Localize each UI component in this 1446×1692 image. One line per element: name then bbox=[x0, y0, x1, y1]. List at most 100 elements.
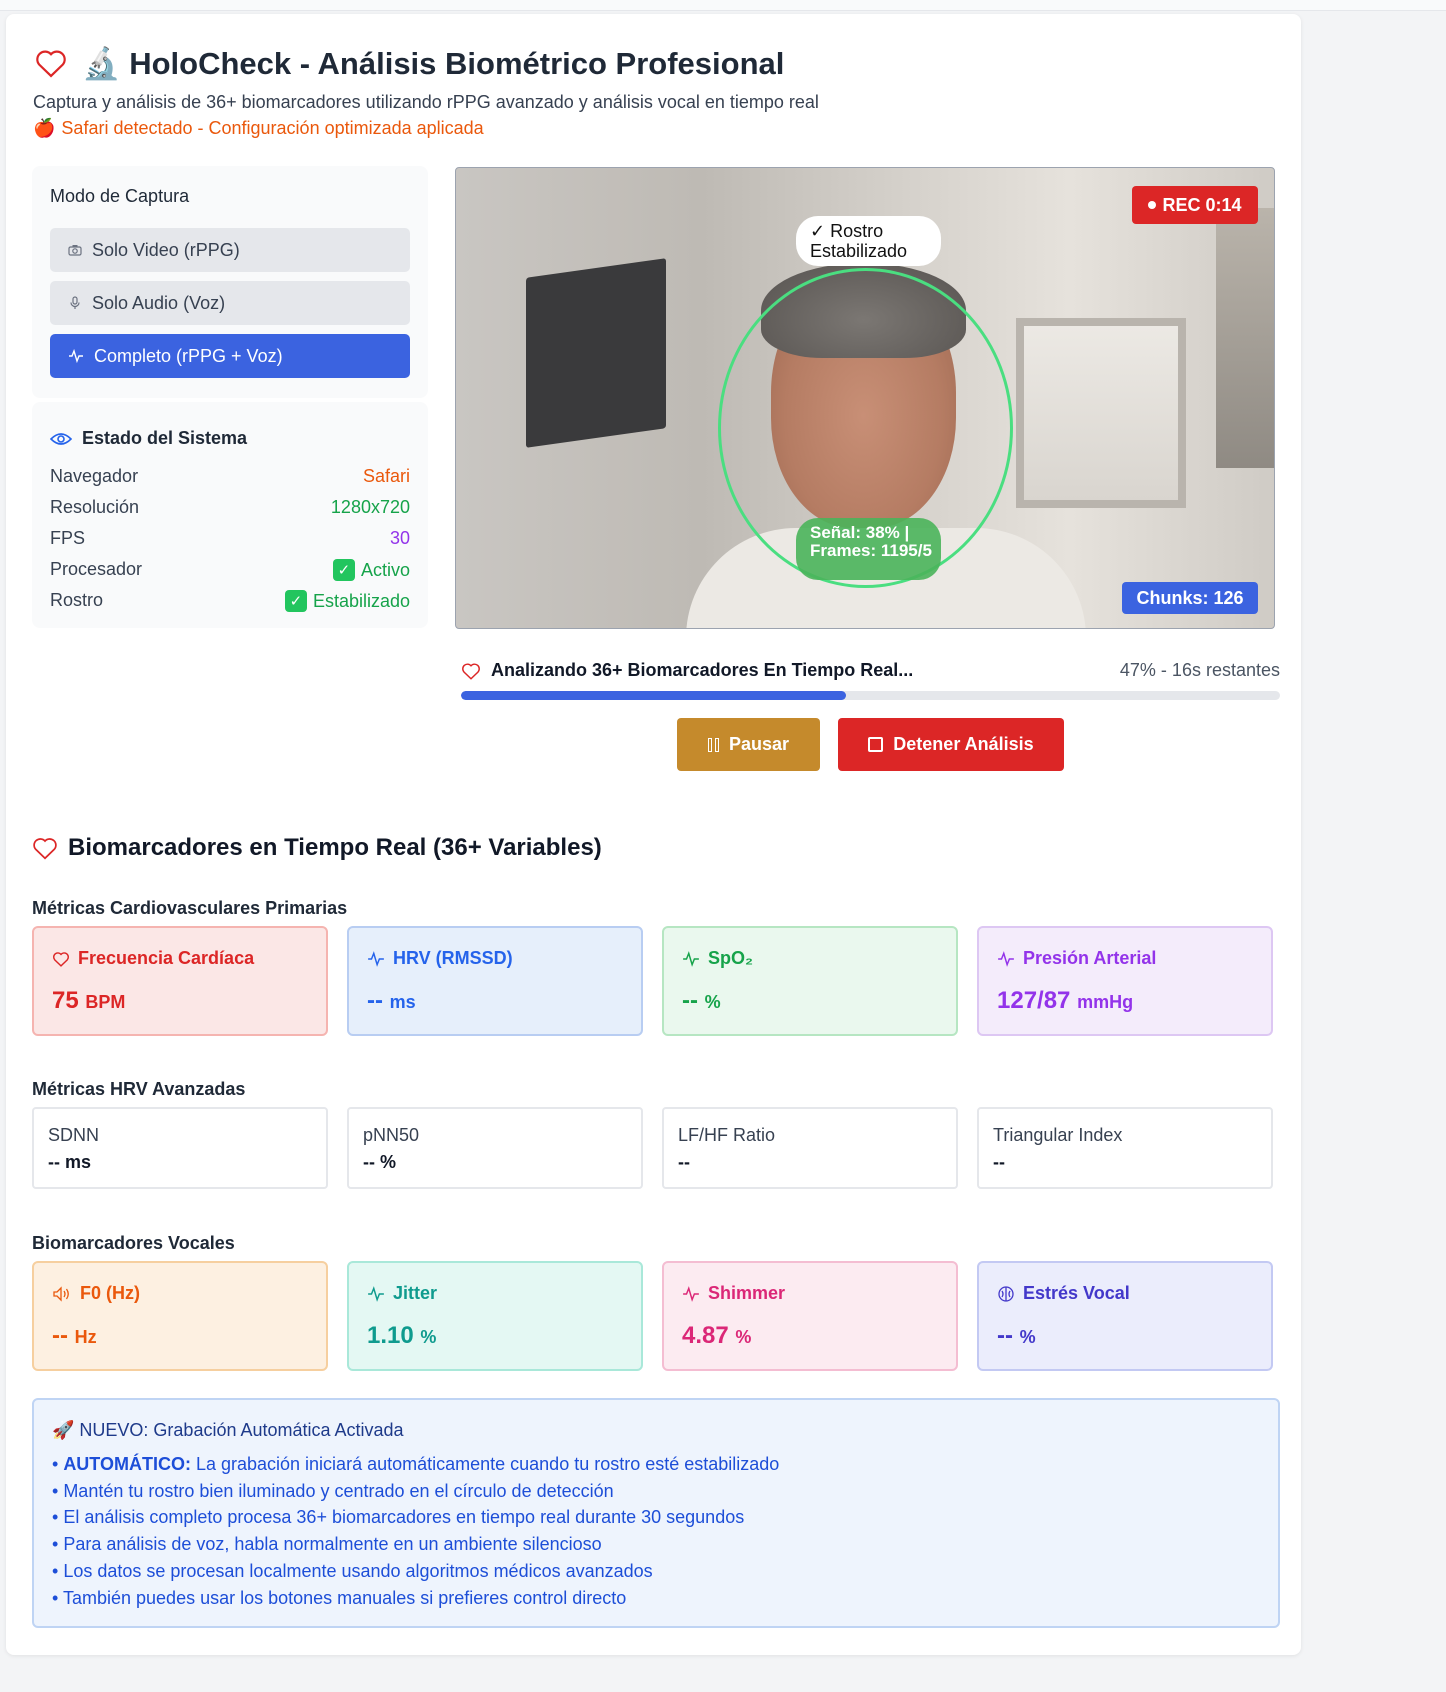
hrv-card-label: SDNN bbox=[48, 1125, 100, 1145]
hrv-section-title: Métricas HRV Avanzadas bbox=[32, 1079, 246, 1099]
metric-unit: % bbox=[735, 1327, 752, 1347]
status-value: 30 bbox=[389, 528, 410, 548]
brain-icon bbox=[997, 1285, 1015, 1303]
metric-value: -- % bbox=[997, 1322, 1271, 1350]
metric-label-text: HRV (RMSSD) bbox=[393, 948, 513, 968]
metric-label-text: SpO₂ bbox=[708, 948, 753, 968]
metric-value-number: -- bbox=[997, 1322, 1013, 1349]
mode-complete-button[interactable]: Completo (rPPG + Voz) bbox=[50, 334, 410, 378]
status-label: Resolución bbox=[50, 497, 140, 517]
status-label: Procesador bbox=[50, 559, 143, 579]
hrv-card-triangular: Triangular Index -- bbox=[977, 1107, 1273, 1189]
microphone-icon bbox=[70, 296, 80, 309]
mode-complete-label: Completo (rPPG + Voz) bbox=[94, 345, 283, 366]
metric-label-text: F0 (Hz) bbox=[80, 1283, 140, 1303]
pause-icon bbox=[707, 737, 719, 752]
metric-label: Estrés Vocal bbox=[997, 1283, 1271, 1304]
main-card: 🔬 HoloCheck - Análisis Biométrico Profes… bbox=[6, 14, 1301, 1655]
browser-note-text: Safari detectado - Configuración optimiz… bbox=[61, 118, 484, 138]
metric-unit: ms bbox=[389, 992, 416, 1012]
hrv-card-label: LF/HF Ratio bbox=[678, 1125, 776, 1145]
check-icon: ✓ bbox=[332, 559, 355, 581]
heart-icon bbox=[52, 951, 70, 967]
vocal-metric-card: Jitter 1.10 % bbox=[347, 1261, 643, 1371]
metric-label-text: Presión Arterial bbox=[1023, 948, 1157, 968]
status-value-wrap: ✓ Activo bbox=[332, 559, 410, 581]
cardio-metric-card: Frecuencia Cardíaca 75 BPM bbox=[32, 926, 328, 1036]
face-status-label: ✓ Rostro Estabilizado bbox=[796, 216, 941, 266]
metric-value: -- ms bbox=[367, 987, 641, 1015]
hrv-card-value: -- ms bbox=[48, 1152, 92, 1172]
activity-icon bbox=[997, 950, 1015, 967]
metric-value: 127/87 mmHg bbox=[997, 987, 1271, 1015]
status-value: 1280x720 bbox=[330, 497, 410, 517]
metric-value: -- Hz bbox=[52, 1322, 326, 1350]
metric-value-number: 1.10 bbox=[367, 1322, 414, 1349]
cardio-metric-card: Presión Arterial 127/87 mmHg bbox=[977, 926, 1273, 1036]
status-value: Estabilizado bbox=[312, 590, 410, 611]
status-row-face: Rostro ✓ Estabilizado bbox=[50, 590, 410, 612]
system-status-panel: Estado del Sistema Navegador Safari Reso… bbox=[32, 402, 428, 628]
camera-preview: ✓ Rostro Estabilizado Señal: 38% | Frame… bbox=[455, 167, 1275, 629]
mode-audio-label: Solo Audio (Voz) bbox=[92, 292, 226, 313]
rec-label: REC 0:14 bbox=[1162, 194, 1242, 215]
metric-label-text: Jitter bbox=[393, 1283, 438, 1303]
hrv-card-pnn50: pNN50 -- % bbox=[347, 1107, 643, 1189]
auto-recording-info: 🚀 NUEVO: Grabación Automática Activada •… bbox=[32, 1398, 1280, 1628]
cardio-section-title: Métricas Cardiovasculares Primarias bbox=[32, 898, 348, 918]
page-title: 🔬 HoloCheck - Análisis Biométrico Profes… bbox=[82, 45, 785, 81]
metric-value-number: 4.87 bbox=[682, 1322, 729, 1349]
biomarkers-title: Biomarcadores en Tiempo Real (36+ Variab… bbox=[32, 834, 602, 862]
apple-icon: 🍎 bbox=[33, 118, 56, 138]
metric-unit: % bbox=[1019, 1327, 1036, 1347]
camera-icon bbox=[68, 245, 82, 256]
hrv-card-label: Triangular Index bbox=[993, 1125, 1123, 1145]
metric-value-number: 75 bbox=[52, 987, 79, 1014]
metric-label: SpO₂ bbox=[682, 948, 956, 969]
hrv-card-value: -- bbox=[993, 1152, 1005, 1172]
metric-label: Shimmer bbox=[682, 1283, 956, 1304]
info-item: • Mantén tu rostro bien iluminado y cent… bbox=[52, 1480, 614, 1501]
info-item: • Para análisis de voz, habla normalment… bbox=[52, 1534, 602, 1555]
mode-audio-button[interactable]: Solo Audio (Voz) bbox=[50, 281, 410, 325]
info-item-text: También puedes usar los botones manuales… bbox=[62, 1587, 627, 1608]
metric-label: HRV (RMSSD) bbox=[367, 948, 641, 969]
info-item: • AUTOMÁTICO: La grabación iniciará auto… bbox=[52, 1454, 780, 1474]
background-shelf bbox=[1216, 208, 1274, 468]
stop-label: Detener Análisis bbox=[893, 734, 1034, 754]
vocal-metric-card: Estrés Vocal -- % bbox=[977, 1261, 1273, 1371]
status-label: Navegador bbox=[50, 466, 139, 486]
system-status-header: Estado del Sistema bbox=[50, 428, 247, 449]
status-label: Rostro bbox=[50, 590, 104, 610]
metric-unit: mmHg bbox=[1077, 992, 1134, 1012]
heart-icon bbox=[36, 50, 66, 78]
info-item-text: Mantén tu rostro bien iluminado y centra… bbox=[63, 1480, 614, 1501]
rec-badge: REC 0:14 bbox=[1132, 186, 1258, 224]
activity-icon bbox=[682, 950, 700, 967]
mode-video-label: Solo Video (rPPG) bbox=[92, 239, 240, 260]
metric-value: -- % bbox=[682, 987, 956, 1015]
mode-video-button[interactable]: Solo Video (rPPG) bbox=[50, 228, 410, 272]
background-tv bbox=[526, 258, 666, 448]
progress-fill bbox=[461, 691, 846, 700]
cardio-metric-card: HRV (RMSSD) -- ms bbox=[347, 926, 643, 1036]
browser-note: 🍎 Safari detectado - Configuración optim… bbox=[33, 118, 484, 139]
check-icon: ✓ bbox=[284, 590, 307, 612]
metric-label: Frecuencia Cardíaca bbox=[52, 948, 326, 969]
header: 🔬 HoloCheck - Análisis Biométrico Profes… bbox=[34, 40, 784, 86]
metric-label-text: Shimmer bbox=[708, 1283, 786, 1303]
status-row-browser: Navegador Safari bbox=[50, 466, 410, 487]
info-item: • El análisis completo procesa 36+ bioma… bbox=[52, 1507, 745, 1528]
pause-button[interactable]: Pausar bbox=[677, 718, 820, 771]
metric-value: 75 BPM bbox=[52, 987, 326, 1015]
info-auto-label: AUTOMÁTICO: bbox=[63, 1454, 191, 1474]
browser-top-edge bbox=[0, 0, 1446, 11]
hrv-card-lfhf: LF/HF Ratio -- bbox=[662, 1107, 958, 1189]
stop-icon bbox=[868, 737, 884, 752]
metric-value-number: 127/87 bbox=[997, 987, 1071, 1014]
stop-analysis-button[interactable]: Detener Análisis bbox=[838, 718, 1064, 771]
metric-value: 1.10 % bbox=[367, 1322, 641, 1350]
progress-bar bbox=[461, 691, 1280, 700]
capture-mode-panel: Modo de Captura Solo Video (rPPG) Solo A… bbox=[32, 166, 428, 398]
info-list: • AUTOMÁTICO: La grabación iniciará auto… bbox=[52, 1451, 1278, 1611]
